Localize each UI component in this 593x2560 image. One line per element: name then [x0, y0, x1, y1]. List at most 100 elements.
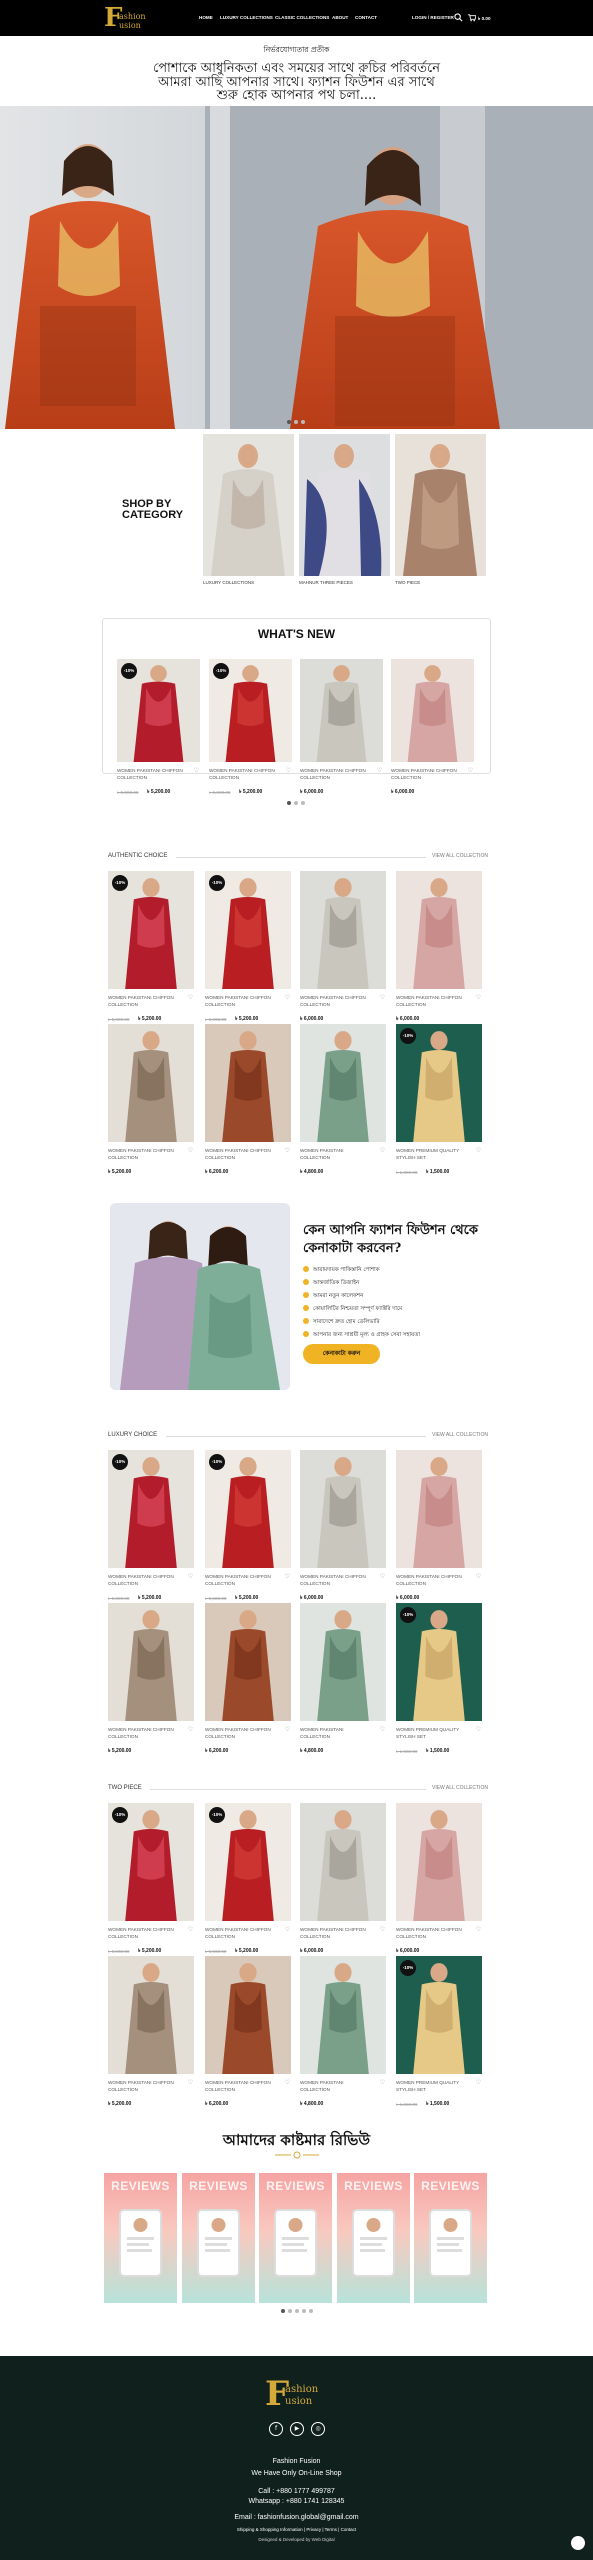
product-card[interactable]: WOMEN PAKISTANI CHIFFON COLLECTION ♡ ৳ 6,0… [396, 871, 482, 1029]
nav-classic-collections[interactable]: CLASSIC COLLECTIONS [275, 15, 329, 20]
product-card[interactable]: -10% WOMEN PREMIUM QUALITY STYLISH SET ♡ ৳ … [396, 1603, 482, 1761]
review-card[interactable]: REVIEWS [182, 2173, 255, 2303]
product-card[interactable]: WOMEN PAKISTANI CHIFFON COLLECTION ♡ ৳ 6,0… [396, 1803, 482, 1961]
product-image-wrap[interactable] [205, 1956, 291, 2074]
nav-home[interactable]: HOME [199, 15, 213, 20]
product-name[interactable]: WOMEN PAKISTANI CHIFFON COLLECTION [108, 1573, 182, 1587]
product-name[interactable]: WOMEN PAKISTANI CHIFFON COLLECTION [205, 994, 279, 1008]
product-name[interactable]: WOMEN PAKISTANI CHIFFON COLLECTION [300, 994, 374, 1008]
product-image-wrap[interactable] [300, 1803, 386, 1921]
product-name[interactable]: WOMEN PAKISTANI CHIFFON COLLECTION [209, 767, 280, 781]
nav-contact[interactable]: CONTACT [355, 15, 377, 20]
product-card[interactable]: -10% WOMEN PAKISTANI CHIFFON COLLECTION ♡ ৳… [205, 1450, 291, 1608]
product-image-wrap[interactable] [108, 1956, 194, 2074]
product-image-wrap[interactable] [391, 659, 474, 762]
nav-about[interactable]: ABOUT [332, 15, 348, 20]
product-name[interactable]: WOMEN PAKISTANI CHIFFON COLLECTION [117, 767, 188, 781]
wishlist-icon[interactable]: ♡ [380, 2079, 385, 2086]
product-image-wrap[interactable] [300, 1956, 386, 2074]
product-card[interactable]: WOMEN PAKISTANI CHIFFON COLLECTION ♡ ৳ 6,0… [300, 659, 383, 802]
product-image-wrap[interactable] [396, 1450, 482, 1568]
wishlist-icon[interactable]: ♡ [380, 1726, 385, 1733]
product-card[interactable]: WOMEN PAKISTANI CHIFFON COLLECTION ♡ ৳ 5,2… [108, 1024, 194, 1182]
two-piece-view-all-link[interactable]: VIEW ALL COLLECTION [432, 1785, 488, 1791]
review-card[interactable]: REVIEWS [337, 2173, 410, 2303]
product-image-wrap[interactable] [300, 1450, 386, 1568]
site-logo[interactable]: F ashion usion [104, 3, 158, 33]
product-image-wrap[interactable] [300, 659, 383, 762]
product-name[interactable]: WOMEN PAKISTANI CHIFFON COLLECTION [108, 1726, 182, 1740]
instagram-icon[interactable]: ◎ [311, 2422, 325, 2436]
wishlist-icon[interactable]: ♡ [377, 767, 382, 774]
product-image-wrap[interactable] [396, 871, 482, 989]
hero-slider-dots[interactable] [287, 420, 305, 424]
product-name[interactable]: WOMEN PREMIUM QUALITY STYLISH SET [396, 2079, 470, 2093]
footer-links[interactable]: Shipping & Shopping Information | Privac… [0, 2527, 593, 2532]
product-name[interactable]: WOMEN PAKISTANI CHIFFON COLLECTION [396, 1573, 470, 1587]
product-name[interactable]: WOMEN PAKISTANI CHIFFON COLLECTION [108, 994, 182, 1008]
review-card[interactable]: REVIEWS [259, 2173, 332, 2303]
wishlist-icon[interactable]: ♡ [476, 994, 481, 1001]
wishlist-icon[interactable]: ♡ [286, 767, 291, 774]
wishlist-icon[interactable]: ♡ [476, 1726, 481, 1733]
product-image-wrap[interactable] [205, 1024, 291, 1142]
product-card[interactable]: -10% WOMEN PREMIUM QUALITY STYLISH SET ♡ ৳ … [396, 1956, 482, 2114]
wishlist-icon[interactable]: ♡ [188, 1573, 193, 1580]
product-card[interactable]: -10% WOMEN PAKISTANI CHIFFON COLLECTION ♡ ৳… [108, 1803, 194, 1961]
footer-call[interactable]: Call : +880 1777 499787 [0, 2488, 593, 2495]
product-name[interactable]: WOMEN PAKISTANI CHIFFON COLLECTION [396, 1926, 470, 1940]
product-card[interactable]: -10% WOMEN PAKISTANI CHIFFON COLLECTION ♡ ৳… [205, 871, 291, 1029]
product-card[interactable]: WOMEN PAKISTANI CHIFFON COLLECTION ♡ ৳ 5,2… [108, 1956, 194, 2114]
shop-now-button[interactable]: কেনাকাটা করুন [303, 1344, 380, 1364]
wishlist-icon[interactable]: ♡ [476, 2079, 481, 2086]
product-name[interactable]: WOMEN PAKISTANI CHIFFON COLLECTION [300, 1573, 374, 1587]
wishlist-icon[interactable]: ♡ [194, 767, 199, 774]
product-card[interactable]: WOMEN PAKISTANI CHIFFON COLLECTION ♡ ৳ 6,0… [396, 1450, 482, 1608]
product-card[interactable]: WOMEN PAKISTANI COLLECTION ♡ ৳ 4,800.00 [300, 1956, 386, 2114]
product-image-wrap[interactable] [300, 1603, 386, 1721]
wishlist-icon[interactable]: ♡ [380, 1926, 385, 1933]
product-name[interactable]: WOMEN PAKISTANI CHIFFON COLLECTION [300, 1926, 374, 1940]
wishlist-icon[interactable]: ♡ [380, 1573, 385, 1580]
product-name[interactable]: WOMEN PAKISTANI CHIFFON COLLECTION [205, 1147, 279, 1161]
product-card[interactable]: -10% WOMEN PREMIUM QUALITY STYLISH SET ♡ ৳ … [396, 1024, 482, 1182]
product-name[interactable]: WOMEN PAKISTANI CHIFFON COLLECTION [205, 1573, 279, 1587]
product-card[interactable]: -10% WOMEN PAKISTANI CHIFFON COLLECTION ♡ ৳… [108, 871, 194, 1029]
wishlist-icon[interactable]: ♡ [188, 1926, 193, 1933]
youtube-icon[interactable]: ▶ [290, 2422, 304, 2436]
product-name[interactable]: WOMEN PREMIUM QUALITY STYLISH SET [396, 1147, 470, 1161]
footer-email[interactable]: Email : fashionfusion.global@gmail.com [0, 2514, 593, 2521]
login-register-link[interactable]: LOGIN / REGISTER [412, 15, 454, 20]
product-card[interactable]: WOMEN PAKISTANI COLLECTION ♡ ৳ 4,800.00 [300, 1603, 386, 1761]
wishlist-icon[interactable]: ♡ [476, 1926, 481, 1933]
wishlist-icon[interactable]: ♡ [468, 767, 473, 774]
product-card[interactable]: WOMEN PAKISTANI COLLECTION ♡ ৳ 4,800.00 [300, 1024, 386, 1182]
wishlist-icon[interactable]: ♡ [380, 1147, 385, 1154]
product-name[interactable]: WOMEN PAKISTANI CHIFFON COLLECTION [396, 994, 470, 1008]
wishlist-icon[interactable]: ♡ [476, 1573, 481, 1580]
wishlist-icon[interactable]: ♡ [285, 1147, 290, 1154]
product-name[interactable]: WOMEN PAKISTANI CHIFFON COLLECTION [108, 1147, 182, 1161]
category-card-luxury[interactable] [203, 434, 294, 576]
footer-whatsapp[interactable]: Whatsapp : +880 1741 128345 [0, 2498, 593, 2505]
hero-slider[interactable] [0, 106, 593, 429]
review-card[interactable]: REVIEWS [104, 2173, 177, 2303]
category-label-luxury[interactable]: Luxury Collections [203, 580, 254, 585]
product-name[interactable]: WOMEN PAKISTANI COLLECTION [300, 2079, 374, 2093]
product-name[interactable]: WOMEN PAKISTANI CHIFFON COLLECTION [391, 767, 462, 781]
cart-icon[interactable] [467, 13, 476, 22]
review-card[interactable]: REVIEWS [414, 2173, 487, 2303]
wishlist-icon[interactable]: ♡ [285, 2079, 290, 2086]
category-label-mahnur[interactable]: Mahnur Three Pieces [299, 580, 353, 585]
product-card[interactable]: WOMEN PAKISTANI CHIFFON COLLECTION ♡ ৳ 6,0… [300, 1803, 386, 1961]
scroll-top-button[interactable] [571, 2536, 585, 2550]
product-image-wrap[interactable] [396, 1803, 482, 1921]
product-name[interactable]: WOMEN PAKISTANI CHIFFON COLLECTION [300, 767, 371, 781]
product-name[interactable]: WOMEN PAKISTANI COLLECTION [300, 1726, 374, 1740]
product-name[interactable]: WOMEN PAKISTANI CHIFFON COLLECTION [205, 1926, 279, 1940]
product-name[interactable]: WOMEN PAKISTANI CHIFFON COLLECTION [108, 2079, 182, 2093]
product-name[interactable]: WOMEN PAKISTANI COLLECTION [300, 1147, 374, 1161]
product-image-wrap[interactable] [300, 871, 386, 989]
category-label-two-piece[interactable]: Two Piece [395, 580, 420, 585]
wishlist-icon[interactable]: ♡ [188, 1147, 193, 1154]
